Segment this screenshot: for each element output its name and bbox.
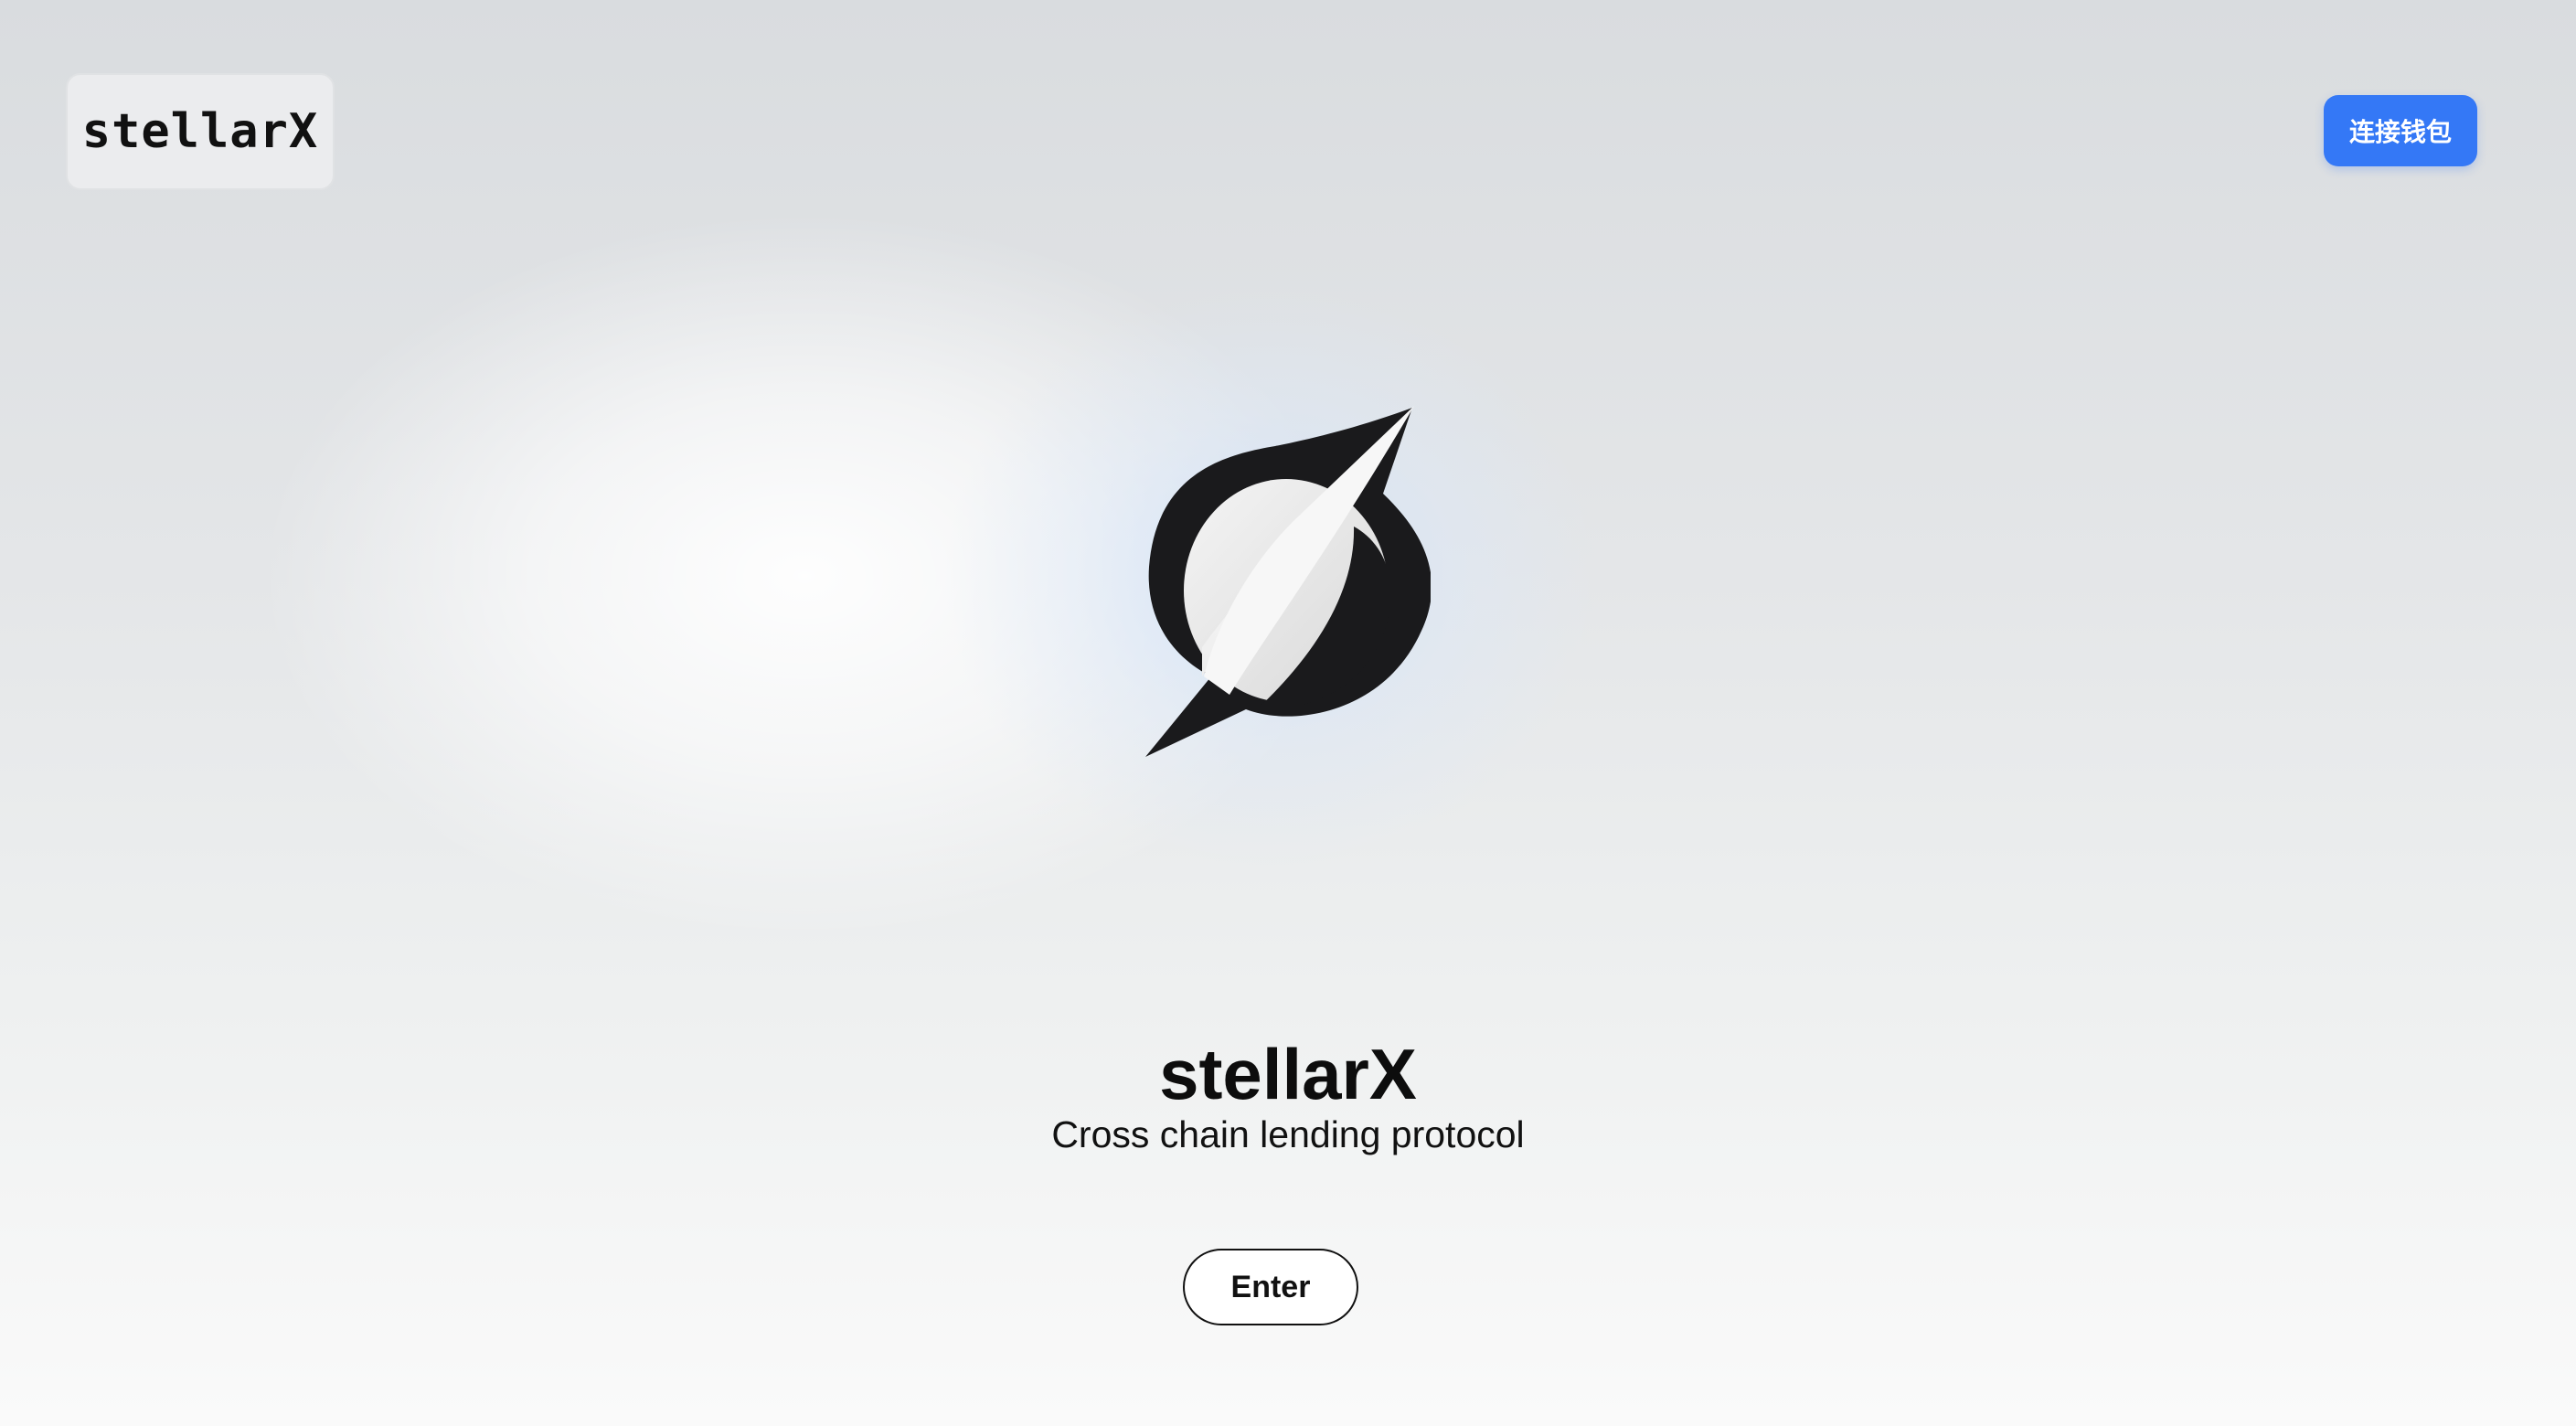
brand-logo-box[interactable]: stellarX xyxy=(66,73,335,190)
brand-label: stellarX xyxy=(81,104,319,159)
hero-title: stellarX xyxy=(1159,1034,1417,1114)
connect-wallet-button[interactable]: 连接钱包 xyxy=(2324,95,2477,166)
hero-subtitle: Cross chain lending protocol xyxy=(1051,1113,1525,1155)
stellarx-logo-icon xyxy=(1145,406,1431,757)
enter-button[interactable]: Enter xyxy=(1183,1249,1358,1325)
